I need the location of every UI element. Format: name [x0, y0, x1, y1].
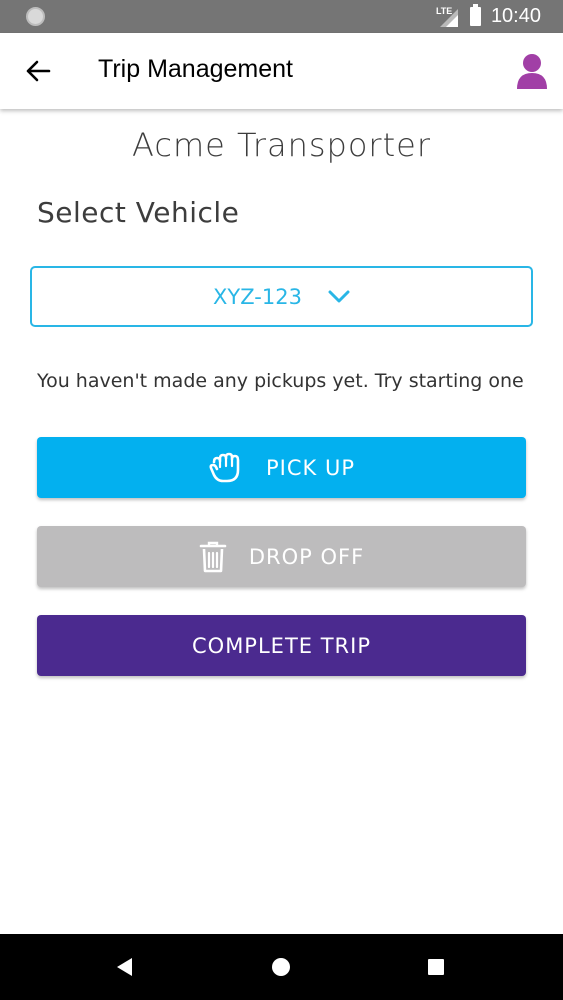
- drop-off-button[interactable]: DROP OFF: [37, 526, 526, 587]
- empty-pickups-message: You haven't made any pickups yet. Try st…: [37, 370, 524, 392]
- screen: LTE 10:40 Trip Management Acme Transport…: [0, 0, 563, 1000]
- page-title: Trip Management: [98, 55, 293, 83]
- nav-recents-icon[interactable]: [428, 959, 444, 975]
- lte-signal-icon: LTE: [436, 6, 460, 27]
- notification-dot-icon: [26, 7, 45, 26]
- company-name: Acme Transporter: [132, 126, 431, 164]
- status-bar: LTE 10:40: [0, 0, 563, 33]
- drop-off-label: DROP OFF: [248, 544, 365, 569]
- app-bar: Trip Management: [0, 33, 563, 109]
- battery-icon: [469, 4, 481, 26]
- complete-trip-label: COMPLETE TRIP: [192, 633, 371, 658]
- nav-home-icon[interactable]: [272, 958, 290, 976]
- pick-up-button[interactable]: PICK UP: [37, 437, 526, 498]
- arrow-left-icon: [26, 60, 51, 82]
- vehicle-selected-value: XYZ-123: [213, 284, 302, 309]
- status-time: 10:40: [490, 5, 541, 27]
- pick-up-label: PICK UP: [265, 455, 355, 480]
- profile-button[interactable]: [515, 53, 549, 91]
- vehicle-dropdown[interactable]: XYZ-123: [30, 266, 533, 327]
- complete-trip-button[interactable]: COMPLETE TRIP: [37, 615, 526, 676]
- system-nav-bar: [0, 934, 563, 1000]
- select-vehicle-label: Select Vehicle: [37, 196, 240, 229]
- hand-grab-icon: [209, 452, 240, 482]
- nav-back-icon[interactable]: [116, 957, 134, 977]
- status-indicators: LTE 10:40: [436, 0, 541, 33]
- person-icon: [517, 54, 547, 89]
- back-button[interactable]: [18, 51, 58, 91]
- trash-icon: [199, 541, 227, 572]
- chevron-down-icon: [328, 290, 350, 302]
